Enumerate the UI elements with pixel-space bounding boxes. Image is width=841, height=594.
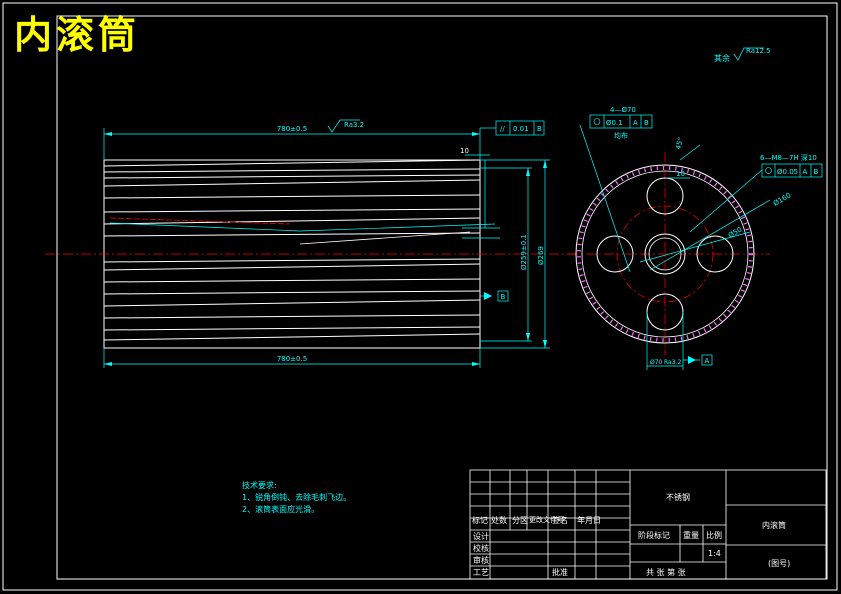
tech-note-2: 2、滚筒表面应光滑。 — [242, 505, 320, 514]
roughness-top-value: Ra3.2 — [344, 121, 364, 129]
tb-row-label-1: 标记 — [472, 516, 488, 525]
tb-part-name: 内滚筒 — [762, 521, 786, 530]
tb-row-label-5: 签名 — [552, 516, 568, 525]
roller-groove — [103, 299, 481, 307]
holes-datum-b: B — [644, 119, 649, 127]
drawing-title: 内滚筒 — [14, 13, 141, 57]
arrow-outer-top — [543, 160, 547, 168]
tb-scale: 比例 — [706, 531, 722, 540]
roller-groove — [103, 208, 481, 213]
tb-design: 设计 — [473, 532, 489, 541]
tb-row-label-3: 分区 — [512, 516, 528, 525]
arrow-outer-bot — [543, 340, 547, 348]
flatness-value: 0.01 — [513, 125, 529, 133]
holes-datum-a: A — [633, 119, 638, 127]
roller-groove — [103, 174, 481, 179]
roller-groove — [103, 263, 481, 271]
roller-groove — [103, 314, 481, 319]
dim-length-bottom: 780±0.5 — [277, 355, 307, 363]
bore-label: Ø50 — [727, 226, 743, 240]
outer-frame — [2, 2, 838, 591]
holes-note: 均布 — [614, 131, 628, 140]
slots-position-icon — [765, 167, 772, 174]
dim-10-label: 10 — [460, 147, 469, 155]
tb-code: (图号) — [768, 559, 791, 568]
tb-row-label-2: 处数 — [491, 516, 507, 525]
tb-scale-value: 1:4 — [708, 549, 721, 558]
tb-approve: 批准 — [552, 568, 568, 577]
tb-row-label-6: 年月日 — [577, 516, 601, 525]
tb-review: 审核 — [473, 556, 489, 565]
angle-label: 45° — [674, 136, 685, 150]
arrow-bot-left — [104, 362, 112, 366]
slots-datum-a: A — [803, 168, 808, 176]
bottom-roughness: Ra3.2 — [664, 359, 681, 366]
tb-weight: 重量 — [683, 531, 699, 540]
roller-groove — [103, 159, 481, 167]
roller-groove — [103, 179, 481, 187]
datum-a-triangle — [688, 356, 696, 364]
datum-b-label: B — [501, 293, 506, 301]
roughness-all-value: Ra12.5 — [746, 47, 771, 55]
dim-dia-inner: Ø259±0.1 — [520, 234, 528, 270]
dim-dia-outer: Ø269 — [537, 246, 545, 265]
flatness-datum: B — [537, 125, 542, 133]
pcd-label: Ø160 — [772, 191, 792, 207]
roller-groove — [103, 290, 481, 295]
side-view: 4—Ø70 Ø0.1 A B 均布 6—M8—7H 深10 Ø0.05 A B … — [568, 106, 823, 370]
arrow-inner-bot — [526, 333, 530, 341]
helix-line-cyan — [109, 222, 301, 232]
dim-length-top: 780±0.5 — [277, 125, 307, 133]
roller-groove — [103, 217, 481, 225]
tb-stage-mark: 阶段标记 — [638, 531, 670, 540]
holes-callout: 4—Ø70 — [610, 106, 636, 114]
arrow-top-left — [104, 132, 112, 136]
flatness-symbol: // — [500, 125, 505, 133]
roughness-all-label: 其余 — [714, 53, 730, 63]
roller-groove — [103, 168, 481, 173]
front-view: 780±0.5 Ra3.2 // 0.01 B 10 Ø259±0.1 Ø269 — [45, 119, 575, 368]
slots-callout: 6—M8—7H 深10 — [760, 153, 817, 162]
roller-grooves — [103, 159, 481, 341]
bottom-dim-label: Ø70 — [650, 359, 663, 366]
slots-tol: Ø0.05 — [777, 168, 798, 176]
tech-notes: 技术要求: 1、锐角倒钝、去除毛刺飞边。 2、滚筒表面应光滑。 — [242, 480, 351, 516]
side-dim-10: 10 — [676, 170, 685, 178]
tech-notes-heading: 技术要求: — [242, 481, 277, 490]
holes-leader — [579, 124, 631, 273]
roller-groove — [103, 278, 481, 283]
tb-material: 不锈钢 — [666, 493, 690, 502]
tech-note-1: 1、锐角倒钝、去除毛刺飞边。 — [242, 493, 352, 502]
position-icon — [593, 118, 601, 125]
datum-a-label: A — [705, 357, 710, 365]
roller-groove — [103, 333, 481, 341]
roller-groove — [103, 258, 481, 263]
tb-sheet-info: 共 张 第 张 — [646, 568, 686, 577]
drawing-sheet: 780±0.5 Ra3.2 // 0.01 B 10 Ø259±0.1 Ø269 — [2, 2, 838, 591]
angle-leader — [679, 144, 701, 161]
arrow-top-right — [472, 132, 480, 136]
slots-datum-b: B — [814, 168, 819, 176]
arrow-bot-right — [472, 362, 480, 366]
holes-tol: Ø0.1 — [606, 119, 623, 127]
datum-b-triangle — [484, 292, 492, 300]
roller-groove — [103, 326, 481, 331]
tb-check: 校核 — [473, 544, 489, 553]
helix-line-cyan-2 — [299, 223, 496, 232]
roller-groove — [103, 194, 481, 199]
tb-process: 工艺 — [473, 568, 489, 577]
inner-frame — [56, 15, 828, 580]
arrow-inner-top — [526, 168, 530, 176]
